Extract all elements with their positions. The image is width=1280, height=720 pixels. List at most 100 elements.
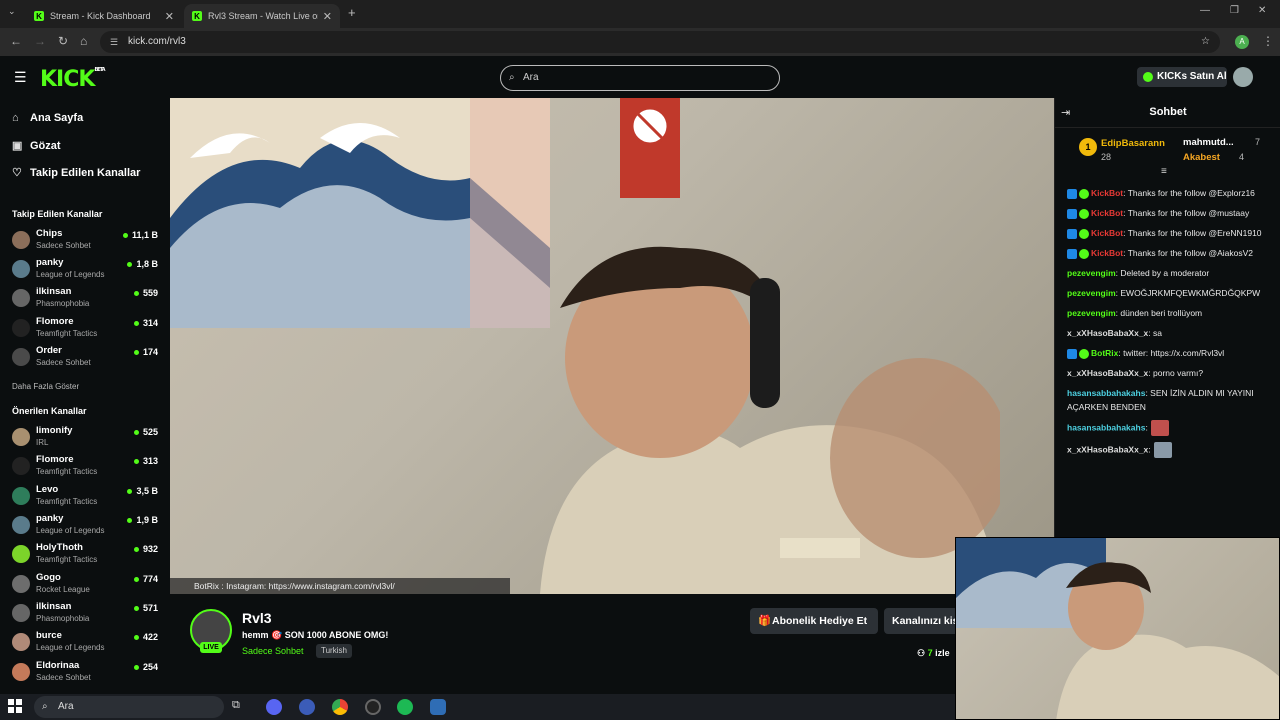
chat-username[interactable]: KickBot bbox=[1091, 208, 1123, 218]
nav-label: Gözat bbox=[30, 140, 61, 152]
expand-leaderboard-icon[interactable]: ≡ bbox=[1161, 166, 1167, 177]
avatar bbox=[12, 428, 30, 446]
show-more-link[interactable]: Daha Fazla Göster bbox=[12, 382, 79, 391]
followed-heading: Takip Edilen Kanallar bbox=[12, 209, 103, 219]
back-icon[interactable]: ← bbox=[10, 34, 22, 48]
browse-icon: ▣ bbox=[12, 140, 23, 152]
task-view-icon[interactable]: ⧉ bbox=[232, 699, 248, 715]
leader-name[interactable]: EdipBasarann bbox=[1101, 138, 1165, 149]
recommended-channel[interactable]: Eldorinaa Sadece Sohbet 254 bbox=[12, 660, 162, 688]
app-icon[interactable] bbox=[430, 699, 446, 715]
channel-name: Chips bbox=[36, 228, 63, 239]
avatar bbox=[12, 348, 30, 366]
leader-name[interactable]: mahmutd... bbox=[1183, 137, 1234, 148]
new-tab-icon[interactable]: + bbox=[348, 5, 356, 20]
avatar bbox=[12, 457, 30, 475]
chat-username[interactable]: x_xXHasoBabaXx_x bbox=[1067, 368, 1148, 378]
chat-username[interactable]: KickBot bbox=[1091, 248, 1123, 258]
taskbar-search[interactable]: ⌕ Ara bbox=[34, 696, 224, 718]
profile-avatar[interactable]: A bbox=[1235, 35, 1249, 49]
chat-username[interactable]: hasansabbahakahs bbox=[1067, 388, 1145, 398]
heart-icon: ♡ bbox=[12, 167, 22, 179]
close-tab-icon[interactable]: ✕ bbox=[165, 10, 174, 23]
chrome-icon[interactable] bbox=[332, 699, 348, 715]
home-icon: ⌂ bbox=[12, 112, 19, 124]
gift-subscription-button[interactable]: 🎁 Abonelik Hediye Et bbox=[750, 608, 878, 634]
verified-badge-icon bbox=[1079, 188, 1089, 199]
buy-kicks-button[interactable]: KICKs Satın Al bbox=[1137, 67, 1227, 87]
recommended-channel[interactable]: Levo Teamfight Tactics 3,5 B bbox=[12, 484, 162, 512]
reload-icon[interactable]: ↻ bbox=[58, 34, 68, 48]
home-browser-icon[interactable]: ⌂ bbox=[80, 34, 87, 48]
url-field[interactable]: ☰ kick.com/rvl3 ☆ bbox=[100, 31, 1220, 53]
forward-icon[interactable]: → bbox=[34, 34, 46, 48]
nav-browse[interactable]: ▣ Gözat bbox=[12, 139, 61, 152]
language-tag[interactable]: Turkish bbox=[316, 644, 352, 658]
chat-username[interactable]: x_xXHasoBabaXx_x bbox=[1067, 328, 1148, 338]
live-badge: LIVE bbox=[200, 642, 222, 653]
recommended-channel[interactable]: ilkinsan Phasmophobia 571 bbox=[12, 601, 162, 629]
spotify-icon[interactable] bbox=[397, 699, 413, 715]
minimize-icon[interactable]: — bbox=[1200, 5, 1210, 16]
avatar bbox=[12, 487, 30, 505]
nav-following[interactable]: ♡ Takip Edilen Kanallar bbox=[12, 166, 140, 179]
chat-username[interactable]: pezevengim bbox=[1067, 308, 1116, 318]
kick-header: ☰ KICKBETA ⌕ Ara KICKs Satın Al bbox=[0, 57, 1280, 98]
chat-username[interactable]: KickBot bbox=[1091, 188, 1123, 198]
chat-username[interactable]: pezevengim bbox=[1067, 288, 1116, 298]
stream-category-link[interactable]: Sadece Sohbet bbox=[242, 646, 304, 656]
chat-username[interactable]: x_xXHasoBabaXx_x bbox=[1067, 444, 1148, 454]
viewers-icon: ⚇ bbox=[917, 648, 926, 658]
streamer-name[interactable]: Rvl3 bbox=[242, 610, 272, 626]
maximize-icon[interactable]: ❐ bbox=[1230, 5, 1239, 16]
chat-username[interactable]: hasansabbahakahs bbox=[1067, 422, 1145, 432]
followed-channel[interactable]: ilkinsan Phasmophobia 559 bbox=[12, 286, 162, 314]
app-icon[interactable] bbox=[299, 699, 315, 715]
chat-message: BotRix: twitter: https://x.com/Rvl3vl bbox=[1067, 346, 1273, 360]
channel-name: burce bbox=[36, 630, 62, 641]
emote-image bbox=[1150, 420, 1169, 436]
chat-text: : twitter: https://x.com/Rvl3vl bbox=[1118, 348, 1225, 358]
followed-channel[interactable]: Flomore Teamfight Tactics 314 bbox=[12, 316, 162, 344]
verified-badge-icon bbox=[1079, 348, 1089, 359]
tab-list-icon[interactable]: ⌄ bbox=[8, 6, 16, 17]
bookmark-star-icon[interactable]: ☆ bbox=[1201, 31, 1210, 53]
followed-channel[interactable]: Chips Sadece Sohbet 11,1 B bbox=[12, 228, 162, 256]
chat-username[interactable]: pezevengim bbox=[1067, 268, 1116, 278]
bot-badge-icon bbox=[1067, 348, 1077, 359]
chat-username[interactable]: KickBot bbox=[1091, 228, 1123, 238]
followed-channel[interactable]: panky League of Legends 1,8 B bbox=[12, 257, 162, 285]
browser-menu-icon[interactable]: ⋮ bbox=[1262, 34, 1274, 48]
logo-text: KICK bbox=[40, 67, 95, 92]
followed-channel[interactable]: Order Sadece Sohbet 174 bbox=[12, 345, 162, 373]
recommended-channel[interactable]: HolyThoth Teamfight Tactics 932 bbox=[12, 542, 162, 570]
close-window-icon[interactable]: ✕ bbox=[1258, 5, 1266, 16]
hamburger-menu-icon[interactable]: ☰ bbox=[14, 69, 27, 86]
chat-username[interactable]: BotRix bbox=[1091, 348, 1118, 358]
chat-message: pezevengim: Deleted by a moderator bbox=[1067, 266, 1273, 280]
nav-home[interactable]: ⌂ Ana Sayfa bbox=[12, 112, 83, 124]
site-info-icon[interactable]: ☰ bbox=[110, 31, 118, 53]
tab-dashboard[interactable]: K Stream - Kick Dashboard ✕ bbox=[26, 4, 182, 28]
discord-icon[interactable] bbox=[266, 699, 282, 715]
close-tab-icon[interactable]: ✕ bbox=[323, 10, 332, 23]
windows-start-icon[interactable] bbox=[8, 699, 22, 713]
video-player[interactable]: BotRix : Instagram: https://www.instagra… bbox=[170, 98, 1054, 594]
search-input[interactable]: ⌕ Ara bbox=[500, 65, 780, 91]
user-avatar[interactable] bbox=[1233, 67, 1253, 87]
obs-icon[interactable] bbox=[365, 699, 381, 715]
kick-logo[interactable]: KICKBETA bbox=[40, 67, 106, 92]
recommended-channel[interactable]: Gogo Rocket League 774 bbox=[12, 572, 162, 600]
recommended-channel[interactable]: burce League of Legends 422 bbox=[12, 630, 162, 658]
bot-badge-icon bbox=[1067, 208, 1077, 219]
leader-count: 7 bbox=[1255, 137, 1261, 147]
recommended-channel[interactable]: Flomore Teamfight Tactics 313 bbox=[12, 454, 162, 482]
recommended-channel[interactable]: limonify IRL 525 bbox=[12, 425, 162, 453]
chat-text: : Deleted by a moderator bbox=[1115, 268, 1210, 278]
avatar bbox=[12, 260, 30, 278]
leader-name[interactable]: Akabest bbox=[1183, 152, 1220, 163]
chat-text: : Thanks for the follow @EreNN1910 bbox=[1123, 228, 1262, 238]
verified-badge-icon bbox=[1079, 228, 1089, 239]
recommended-channel[interactable]: panky League of Legends 1,9 B bbox=[12, 513, 162, 541]
tab-stream[interactable]: K Rvl3 Stream - Watch Live on Kick ✕ bbox=[184, 4, 340, 28]
